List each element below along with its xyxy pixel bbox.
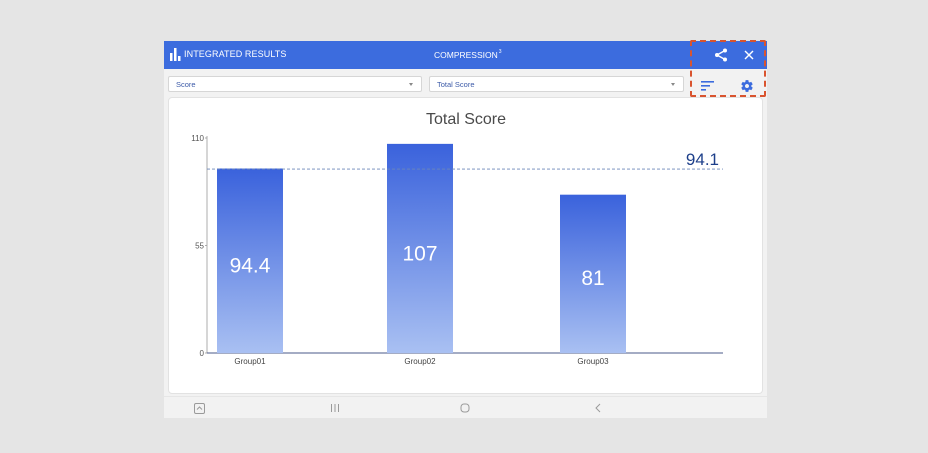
chart-card: Total Score 0 55 110 94.4 Group01 107 Group02 81… — [168, 97, 763, 394]
back-icon — [595, 403, 601, 413]
bar-chart-icon — [170, 48, 181, 61]
x-tick-label: Group02 — [404, 357, 436, 366]
home-icon — [460, 403, 470, 413]
app-bar: INTEGRATED RESULTS COMPRESSION3 — [164, 41, 767, 69]
x-tick-label: Group03 — [577, 357, 609, 366]
bar-value-label: 81 — [581, 267, 604, 290]
close-icon — [744, 50, 754, 60]
share-icon — [715, 48, 727, 62]
screenshot-button[interactable] — [192, 401, 206, 415]
test-name-text: COMPRESSION — [434, 50, 498, 60]
average-label: 94.1 — [686, 150, 719, 169]
sort-icon — [701, 81, 714, 91]
submetric-select[interactable]: Total Score — [429, 76, 684, 92]
share-button[interactable] — [712, 46, 730, 64]
metric-select[interactable]: Score — [168, 76, 422, 92]
back-button[interactable] — [591, 401, 605, 415]
chevron-down-icon — [671, 83, 675, 86]
recent-apps-button[interactable] — [328, 401, 342, 415]
chevron-down-icon — [409, 83, 413, 86]
app-title: INTEGRATED RESULTS — [184, 49, 287, 59]
y-tick-label: 110 — [191, 134, 204, 143]
bar-value-label: 94.4 — [230, 254, 271, 277]
bar-value-label: 107 — [402, 243, 437, 266]
bar-chart: Total Score 0 55 110 94.4 Group01 107 Group02 81… — [191, 111, 723, 366]
sort-button[interactable] — [700, 78, 716, 94]
submetric-select-value: Total Score — [437, 80, 475, 89]
chart-title: Total Score — [426, 111, 506, 128]
screenshot-icon — [193, 402, 205, 414]
recent-apps-icon — [331, 404, 339, 412]
gear-icon — [741, 80, 753, 92]
close-button[interactable] — [740, 46, 758, 64]
y-tick-label: 55 — [195, 242, 204, 251]
settings-button[interactable] — [738, 77, 756, 95]
y-tick-label: 0 — [200, 349, 205, 358]
tablet-screen: INTEGRATED RESULTS COMPRESSION3 Score To… — [164, 41, 767, 418]
metric-select-value: Score — [176, 80, 196, 89]
filter-row: Score Total Score — [164, 69, 767, 97]
system-nav-bar — [164, 396, 767, 418]
x-tick-label: Group01 — [234, 357, 266, 366]
test-name: COMPRESSION3 — [434, 49, 502, 60]
home-button[interactable] — [458, 401, 472, 415]
test-count: 3 — [498, 49, 502, 55]
